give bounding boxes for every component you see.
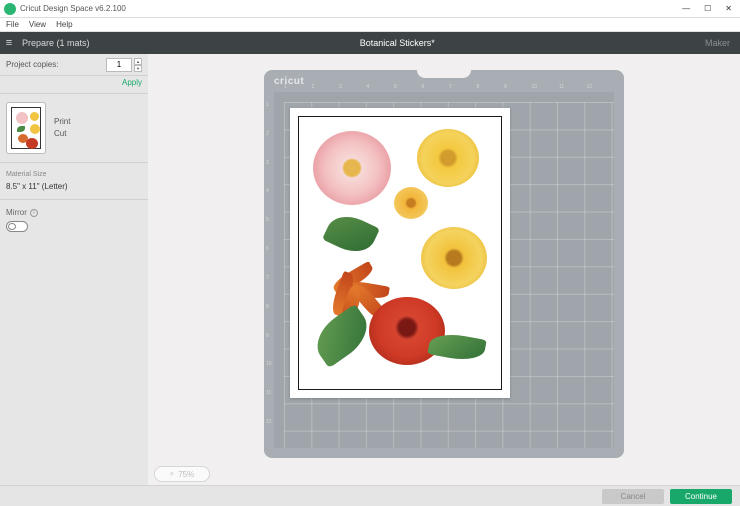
- machine-label[interactable]: Maker: [705, 38, 740, 48]
- sidebar: Project copies: ▲ ▼ Apply Print: [0, 54, 148, 486]
- mirror-label: Mirror: [6, 208, 27, 217]
- info-icon[interactable]: i: [30, 209, 38, 217]
- menu-file[interactable]: File: [6, 20, 19, 29]
- window-title: Cricut Design Space v6.2.100: [20, 4, 682, 13]
- menubar: File View Help: [0, 18, 740, 32]
- footer: Cancel Continue: [0, 485, 740, 506]
- material-size-value[interactable]: 8.5" x 11" (Letter): [6, 182, 142, 191]
- cutting-mat: cricut 123456789101112 123456789101112: [264, 70, 624, 458]
- minimize-button[interactable]: —: [682, 5, 690, 13]
- cut-frame: [298, 116, 502, 390]
- mat-thumbnail-row: Print Cut: [0, 94, 148, 163]
- cancel-button[interactable]: Cancel: [602, 489, 664, 504]
- project-name: Botanical Stickers*: [90, 38, 705, 48]
- copies-spinner: ▲ ▼: [134, 58, 142, 72]
- zoom-value: 75%: [178, 470, 194, 479]
- leaf-top: [322, 208, 380, 259]
- print-page[interactable]: [290, 108, 510, 398]
- material-size-label: Material Size: [6, 171, 142, 178]
- operation-print: Print: [54, 116, 70, 128]
- hamburger-icon[interactable]: ≡: [0, 37, 18, 49]
- flower-yellow-daisy: [421, 227, 487, 289]
- magnifier-icon: ⌕: [170, 469, 174, 479]
- prepare-header: ≡ Prepare (1 mats) Botanical Stickers* M…: [0, 32, 740, 54]
- ruler-vertical: 123456789101112: [266, 102, 274, 448]
- mirror-section: Mirror i: [0, 200, 148, 240]
- copies-row: Project copies: ▲ ▼: [0, 54, 148, 76]
- flower-yellow-small: [394, 187, 428, 219]
- apply-button[interactable]: Apply: [0, 76, 148, 94]
- continue-button[interactable]: Continue: [670, 489, 732, 504]
- spinner-down-icon[interactable]: ▼: [134, 65, 142, 72]
- flower-yellow-large: [417, 129, 479, 187]
- flower-pink: [313, 131, 391, 205]
- mat-hanger: [417, 70, 471, 78]
- canvas-area: cricut 123456789101112 123456789101112: [148, 54, 740, 486]
- window-controls: — ☐ ✕: [682, 5, 736, 13]
- menu-view[interactable]: View: [29, 20, 46, 29]
- mat-thumbnail[interactable]: [6, 102, 46, 154]
- material-size: Material Size 8.5" x 11" (Letter): [0, 163, 148, 200]
- app-logo-icon: [4, 3, 16, 15]
- main-area: Project copies: ▲ ▼ Apply Print: [0, 54, 740, 486]
- operation-cut: Cut: [54, 128, 70, 140]
- copies-label: Project copies:: [6, 60, 106, 69]
- copies-input[interactable]: [106, 58, 132, 72]
- mirror-toggle[interactable]: [6, 221, 28, 232]
- ruler-horizontal: 123456789101112: [284, 84, 614, 92]
- mat-grid[interactable]: 123456789101112 123456789101112: [274, 92, 614, 448]
- zoom-control[interactable]: ⌕ 75%: [154, 466, 210, 482]
- operation-label: Print Cut: [54, 116, 70, 140]
- toggle-knob: [8, 223, 16, 230]
- menu-help[interactable]: Help: [56, 20, 72, 29]
- maximize-button[interactable]: ☐: [704, 5, 711, 13]
- spinner-up-icon[interactable]: ▲: [134, 58, 142, 65]
- titlebar: Cricut Design Space v6.2.100 — ☐ ✕: [0, 0, 740, 18]
- prepare-title: Prepare (1 mats): [18, 38, 90, 48]
- close-button[interactable]: ✕: [725, 5, 732, 13]
